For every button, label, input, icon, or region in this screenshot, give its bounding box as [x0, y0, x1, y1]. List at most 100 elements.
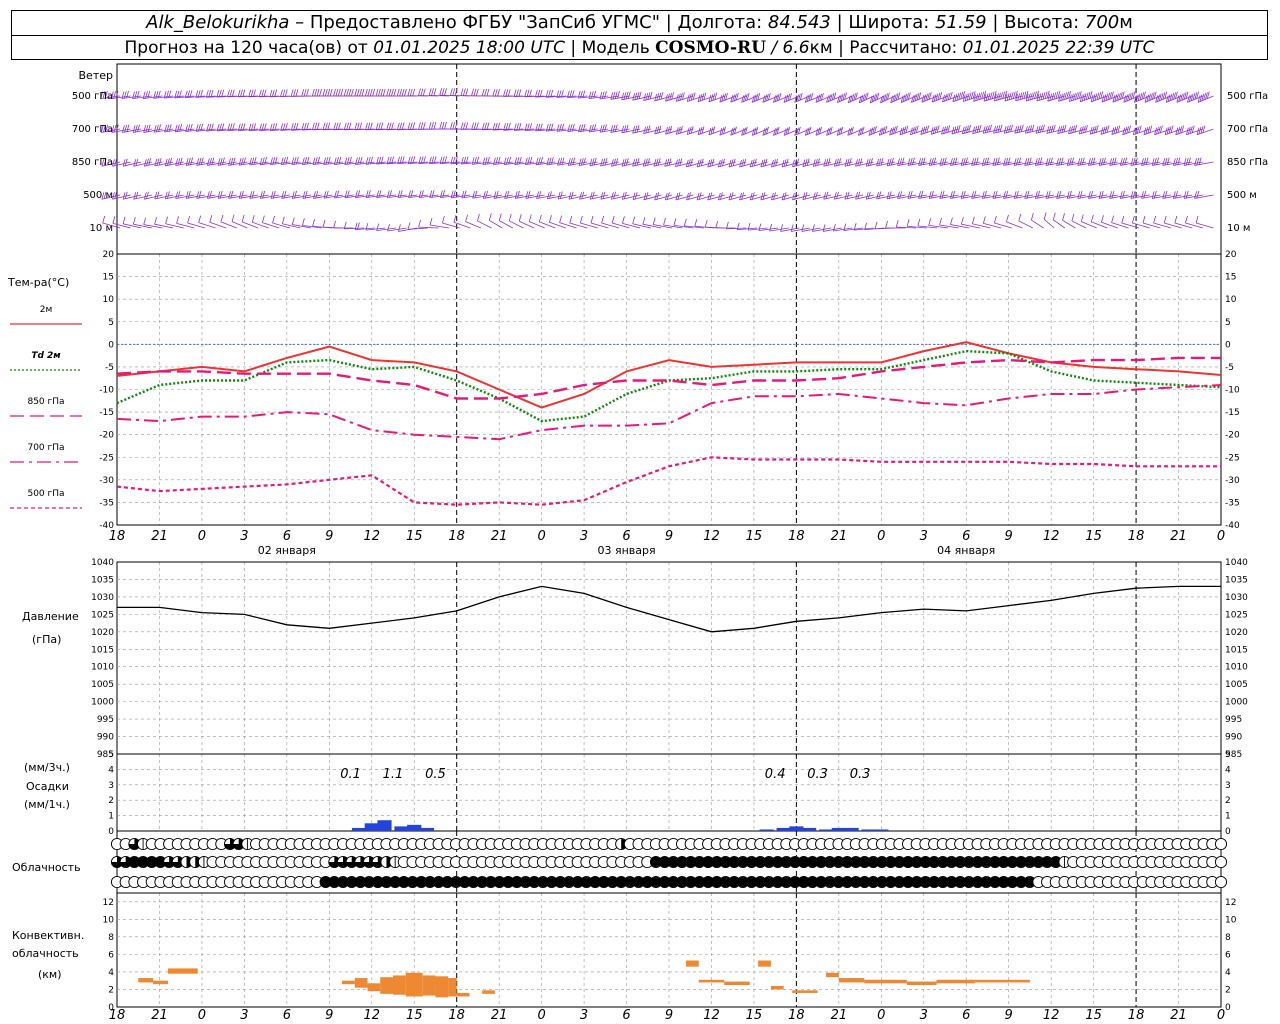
wind-barb-feather	[827, 158, 831, 166]
wind-barb-feather	[293, 89, 296, 97]
wind-barb-feather	[301, 218, 305, 226]
wind-barb-feather	[481, 122, 485, 130]
wind-barb-feather	[462, 88, 466, 96]
wind-barb-feather	[367, 190, 371, 198]
wind-barb-feather	[340, 88, 344, 97]
precip-total-1: 1.1	[383, 767, 404, 782]
wind-barb-feather	[361, 88, 365, 97]
wind-barb-feather	[1007, 157, 1011, 165]
wind-barb-feather	[146, 191, 149, 199]
temp-ytick-right-7: -15	[1225, 408, 1240, 418]
wind-barb-feather	[1081, 157, 1085, 165]
wind-barb-feather	[975, 157, 979, 165]
conv-xtick-22: 12	[1043, 1008, 1060, 1023]
wind-barb-feather	[508, 213, 512, 222]
wind-barb-0-58	[719, 92, 736, 103]
conv-block-6	[380, 977, 393, 994]
wind-barb-feather	[485, 190, 488, 199]
wind-barb-feather	[158, 124, 162, 132]
wind-barb-feather	[920, 190, 924, 199]
conv-block-20	[826, 972, 839, 978]
wind-barb-feather	[546, 191, 550, 199]
wind-barb-feather	[600, 192, 604, 200]
wind-barb-feather	[625, 124, 629, 133]
wind-barb-feather	[484, 122, 488, 130]
wind-barb-feather	[177, 158, 181, 166]
wind-barb-feather	[465, 88, 469, 96]
wind-barb-feather	[645, 158, 648, 166]
wind-barb-feather	[1010, 124, 1014, 132]
wind-barb-feather	[815, 158, 818, 167]
wind-barb-feather	[1090, 214, 1094, 223]
wind-barb-shaft	[612, 222, 630, 229]
wind-barb-feather	[354, 88, 358, 97]
wind-barb-feather	[165, 216, 168, 224]
wind-barb-feather	[537, 157, 541, 165]
wind-barb-feather	[984, 190, 987, 199]
wind-barb-feather	[209, 190, 212, 199]
wind-barb-feather	[1153, 190, 1157, 199]
conv-block-3	[342, 980, 355, 985]
wind-barb-feather	[822, 224, 826, 232]
temp-xtick-12: 6	[622, 529, 630, 544]
wind-barb-feather	[891, 157, 894, 166]
wind-barb-feather	[886, 191, 890, 199]
conv-ytick-right-4: 4	[1225, 968, 1231, 978]
wind-barb-shaft	[1142, 222, 1161, 229]
wind-barb-feather	[1039, 157, 1043, 165]
precip-bar-10	[819, 829, 834, 831]
wind-barb-feather	[486, 88, 490, 97]
wind-barb-feather	[314, 157, 318, 165]
wind-barb-feather	[333, 122, 336, 130]
wind-barb-feather	[270, 157, 273, 165]
wind-barb-feather	[327, 122, 331, 130]
wind-barb-feather	[187, 157, 191, 166]
wind-barb-feather	[291, 157, 295, 165]
cloud-cover-layer	[110, 837, 1228, 889]
wind-barb-feather	[663, 217, 666, 226]
wind-barb-feather	[1002, 91, 1006, 99]
wind-barb-feather	[993, 215, 997, 224]
wind-barb-4-6	[165, 216, 184, 229]
wind-barb-feather	[319, 88, 322, 97]
wind-barb-feather	[1026, 157, 1030, 166]
wind-barb-4-4	[143, 217, 163, 229]
wind-barb-feather	[219, 157, 223, 166]
wind-barb-feather	[175, 191, 179, 199]
wind-barb-feather	[1164, 157, 1168, 166]
prec-ytick-left-2: 3	[108, 781, 114, 791]
wind-barb-shaft	[112, 222, 131, 229]
prec-ytick-right-4: 1	[1225, 812, 1231, 822]
conv-ytick-left-1: 10	[103, 915, 115, 925]
wind-barb-0-93	[1090, 91, 1108, 103]
wind-barb-feather	[229, 89, 233, 97]
wind-barb-feather	[487, 156, 490, 165]
wind-barb-feather	[323, 157, 326, 165]
wind-barb-feather	[1079, 157, 1083, 166]
pres-ytick-left-2: 1030	[91, 593, 114, 603]
precip-bar-3	[394, 826, 409, 831]
wind-barb-4-101	[1174, 215, 1193, 229]
wind-barb-feather	[293, 157, 297, 165]
wind-barb-feather	[981, 91, 985, 99]
wind-barb-feather	[636, 125, 640, 133]
wind-barb-feather	[285, 156, 289, 165]
temp-xtick-6: 12	[363, 529, 380, 544]
wind-barb-feather	[134, 91, 138, 99]
wind-barb-feather	[995, 125, 999, 133]
wind-barb-feather	[240, 157, 244, 165]
wind-barb-feather	[623, 158, 627, 166]
wind-barb-feather	[283, 190, 287, 199]
wind-barb-feather	[497, 89, 500, 97]
pres-ytick-right-7: 1005	[1225, 680, 1248, 690]
wind-barb-feather	[589, 192, 593, 200]
wind-barb-feather	[231, 89, 235, 97]
wind-barb-4-83	[982, 216, 1002, 229]
wind-barb-feather	[1047, 157, 1051, 166]
wind-barb-feather	[126, 124, 130, 132]
wind-barb-feather	[1058, 190, 1062, 199]
wind-barb-feather	[836, 158, 839, 166]
wind-barb-feather	[747, 223, 751, 231]
wind-barb-feather	[859, 158, 863, 166]
wind-barb-feather	[984, 157, 987, 166]
